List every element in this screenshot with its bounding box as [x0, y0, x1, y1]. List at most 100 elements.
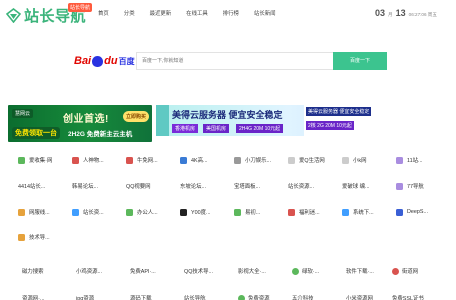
bottom-link[interactable]: 站长导航 [184, 294, 206, 300]
bottom-link-label: 小米资源网 [346, 296, 373, 300]
baidu-logo-cn: 百度 [118, 56, 135, 66]
search-input[interactable] [136, 52, 333, 70]
bottom-link[interactable]: 街道网 [392, 267, 418, 275]
site-link[interactable]: 技术导... [18, 231, 50, 243]
site-label: 人神物... [83, 158, 104, 164]
site-link[interactable]: 爱破球 编... [342, 180, 370, 192]
site-label: 福利迷... [299, 210, 320, 216]
site-link[interactable]: DeepS... [396, 206, 428, 218]
site-link[interactable]: Y00度... [180, 206, 210, 218]
site-link[interactable]: 易初... [234, 206, 260, 218]
bottom-link[interactable]: 磁力搜索 [22, 267, 44, 275]
ad-left-sub2: 2H2G 免费新主云主机 [68, 131, 133, 138]
site-label: 办公人... [137, 210, 158, 216]
site-link[interactable]: 小刀娱乐... [234, 154, 271, 166]
bottom-link[interactable]: QQ技术导... [184, 267, 213, 275]
baidu-logo[interactable]: Bai du 百度 [74, 55, 135, 67]
search-button[interactable]: 百度一下 [333, 52, 387, 70]
site-link[interactable]: 系统下... [342, 206, 374, 218]
site-icon [126, 156, 133, 164]
nav-recent[interactable]: 最近更新 [150, 9, 172, 17]
bottom-link-label: 绿软·... [302, 269, 320, 275]
baidu-paw-icon [92, 55, 104, 67]
site-label: 韩易论坛... [72, 184, 99, 190]
ad-left-title: 创业首选! [63, 114, 109, 125]
site-link[interactable]: 网服线... [18, 206, 50, 218]
bottom-link-label: 免费SSL证书 [392, 296, 424, 300]
ad-right-strip [156, 105, 169, 136]
baidu-logo-du: du [104, 55, 118, 67]
bottom-link-label: 免费API·... [130, 269, 156, 275]
date-day: 13 [395, 8, 406, 18]
site-icon [342, 208, 349, 216]
site-label: 11站... [407, 158, 423, 164]
site-logo[interactable]: 站长导航 站长导航 [5, 3, 93, 26]
site-link[interactable]: 牛免网... [126, 154, 158, 166]
site-label: 站长资源... [288, 184, 315, 190]
bottom-link[interactable]: 影视大全·... [238, 267, 266, 275]
logo-diamond-icon [5, 7, 22, 24]
site-label: 易初... [245, 210, 261, 216]
ad-banner-left[interactable]: 慧网云 创业首选! 立即购买 免费领取一台 2H2G 免费新主云主机 [8, 105, 152, 142]
bottom-link-label: 站长导航 [184, 296, 206, 300]
site-link[interactable]: 11站... [396, 154, 422, 166]
nav-ranking[interactable]: 排行榜 [223, 9, 239, 17]
site-link[interactable]: QQ视要网 [126, 180, 151, 192]
site-label: 网服线... [29, 210, 50, 216]
circle-icon [392, 267, 399, 275]
nav-online-tools[interactable]: 在线工具 [186, 9, 208, 17]
ad-banner-right[interactable]: 美得云服务器 便宜安全稳定 香港机房 美国机房 2H4G 20M 10元起 美得… [156, 105, 448, 136]
nav-home[interactable]: 首页 [98, 9, 109, 17]
date-time: 06:27:06 周五 [408, 12, 437, 17]
bottom-link-label: 五介科技 [292, 296, 314, 300]
bottom-link-label: 源码下载 [130, 296, 152, 300]
site-label: 77导航 [407, 184, 424, 190]
site-icon [396, 182, 403, 190]
site-link[interactable]: 韩易论坛... [72, 180, 98, 192]
nav-news[interactable]: 站长新闻 [254, 9, 276, 17]
site-link[interactable]: 福利迷... [288, 206, 320, 218]
site-link[interactable]: 4K高... [180, 154, 207, 166]
site-label: 东坡论坛... [180, 184, 207, 190]
bottom-link[interactable]: 源码下载 [130, 294, 152, 300]
bottom-link[interactable]: 绿软·... [292, 267, 319, 275]
site-link[interactable]: 小k网 [342, 154, 366, 166]
site-link[interactable]: 宝塔面板... [234, 180, 260, 192]
site-icon [288, 156, 295, 164]
site-link[interactable]: 站长资源... [288, 180, 314, 192]
bottom-link[interactable]: 五介科技 [292, 294, 314, 300]
bottom-link[interactable]: 资源网·... [22, 294, 44, 300]
site-icon [18, 233, 25, 241]
site-link[interactable]: 77导航 [396, 180, 424, 192]
bottom-link[interactable]: 小鸡资源... [76, 267, 102, 275]
ad-left-buy-button[interactable]: 立即购买 [123, 111, 150, 122]
bottom-link[interactable]: 免费资源 [238, 294, 270, 300]
site-icon [72, 208, 79, 216]
site-link[interactable]: 办公人... [126, 206, 158, 218]
site-label: 站长资... [83, 210, 104, 216]
site-icon [180, 208, 187, 216]
ad-right-secondary-tag: 2核 2G 20M 10元起 [306, 121, 354, 130]
bottom-link-label: 小鸡资源... [76, 269, 103, 275]
bottom-link[interactable]: 免费SSL证书 [392, 294, 424, 300]
site-link[interactable]: 4414站长... [18, 180, 45, 192]
top-header: 站长导航 站长导航 首页 分类 最近更新 在线工具 排行榜 站长新闻 03 月 … [0, 0, 456, 27]
site-link[interactable]: 站长资... [72, 206, 104, 218]
date-month: 03 [375, 8, 386, 18]
site-link[interactable]: 爱收集·网 [18, 154, 52, 166]
site-label: 爱收集·网 [29, 158, 53, 164]
ad-right-secondary[interactable]: 美得云服务器 便宜安全稳定 2核 2G 20M 10元起 [304, 105, 448, 136]
bottom-link-label: ipq资源 [76, 296, 94, 300]
bottom-link[interactable]: 软件下载·... [346, 267, 374, 275]
bottom-link-label: 资源网·... [22, 296, 45, 300]
site-link[interactable]: 爱Q生活网 [288, 154, 325, 166]
bottom-link[interactable]: 小米资源网 [346, 294, 373, 300]
site-link[interactable]: 人神物... [72, 154, 104, 166]
bottom-link[interactable]: 免费API·... [130, 267, 156, 275]
site-icon [396, 208, 403, 216]
site-link[interactable]: 东坡论坛... [180, 180, 206, 192]
bottom-link[interactable]: ipq资源 [76, 294, 94, 300]
site-icon [396, 156, 403, 164]
ad-right-secondary-head: 美得云服务器 便宜安全稳定 [306, 107, 372, 116]
nav-categories[interactable]: 分类 [124, 9, 135, 17]
